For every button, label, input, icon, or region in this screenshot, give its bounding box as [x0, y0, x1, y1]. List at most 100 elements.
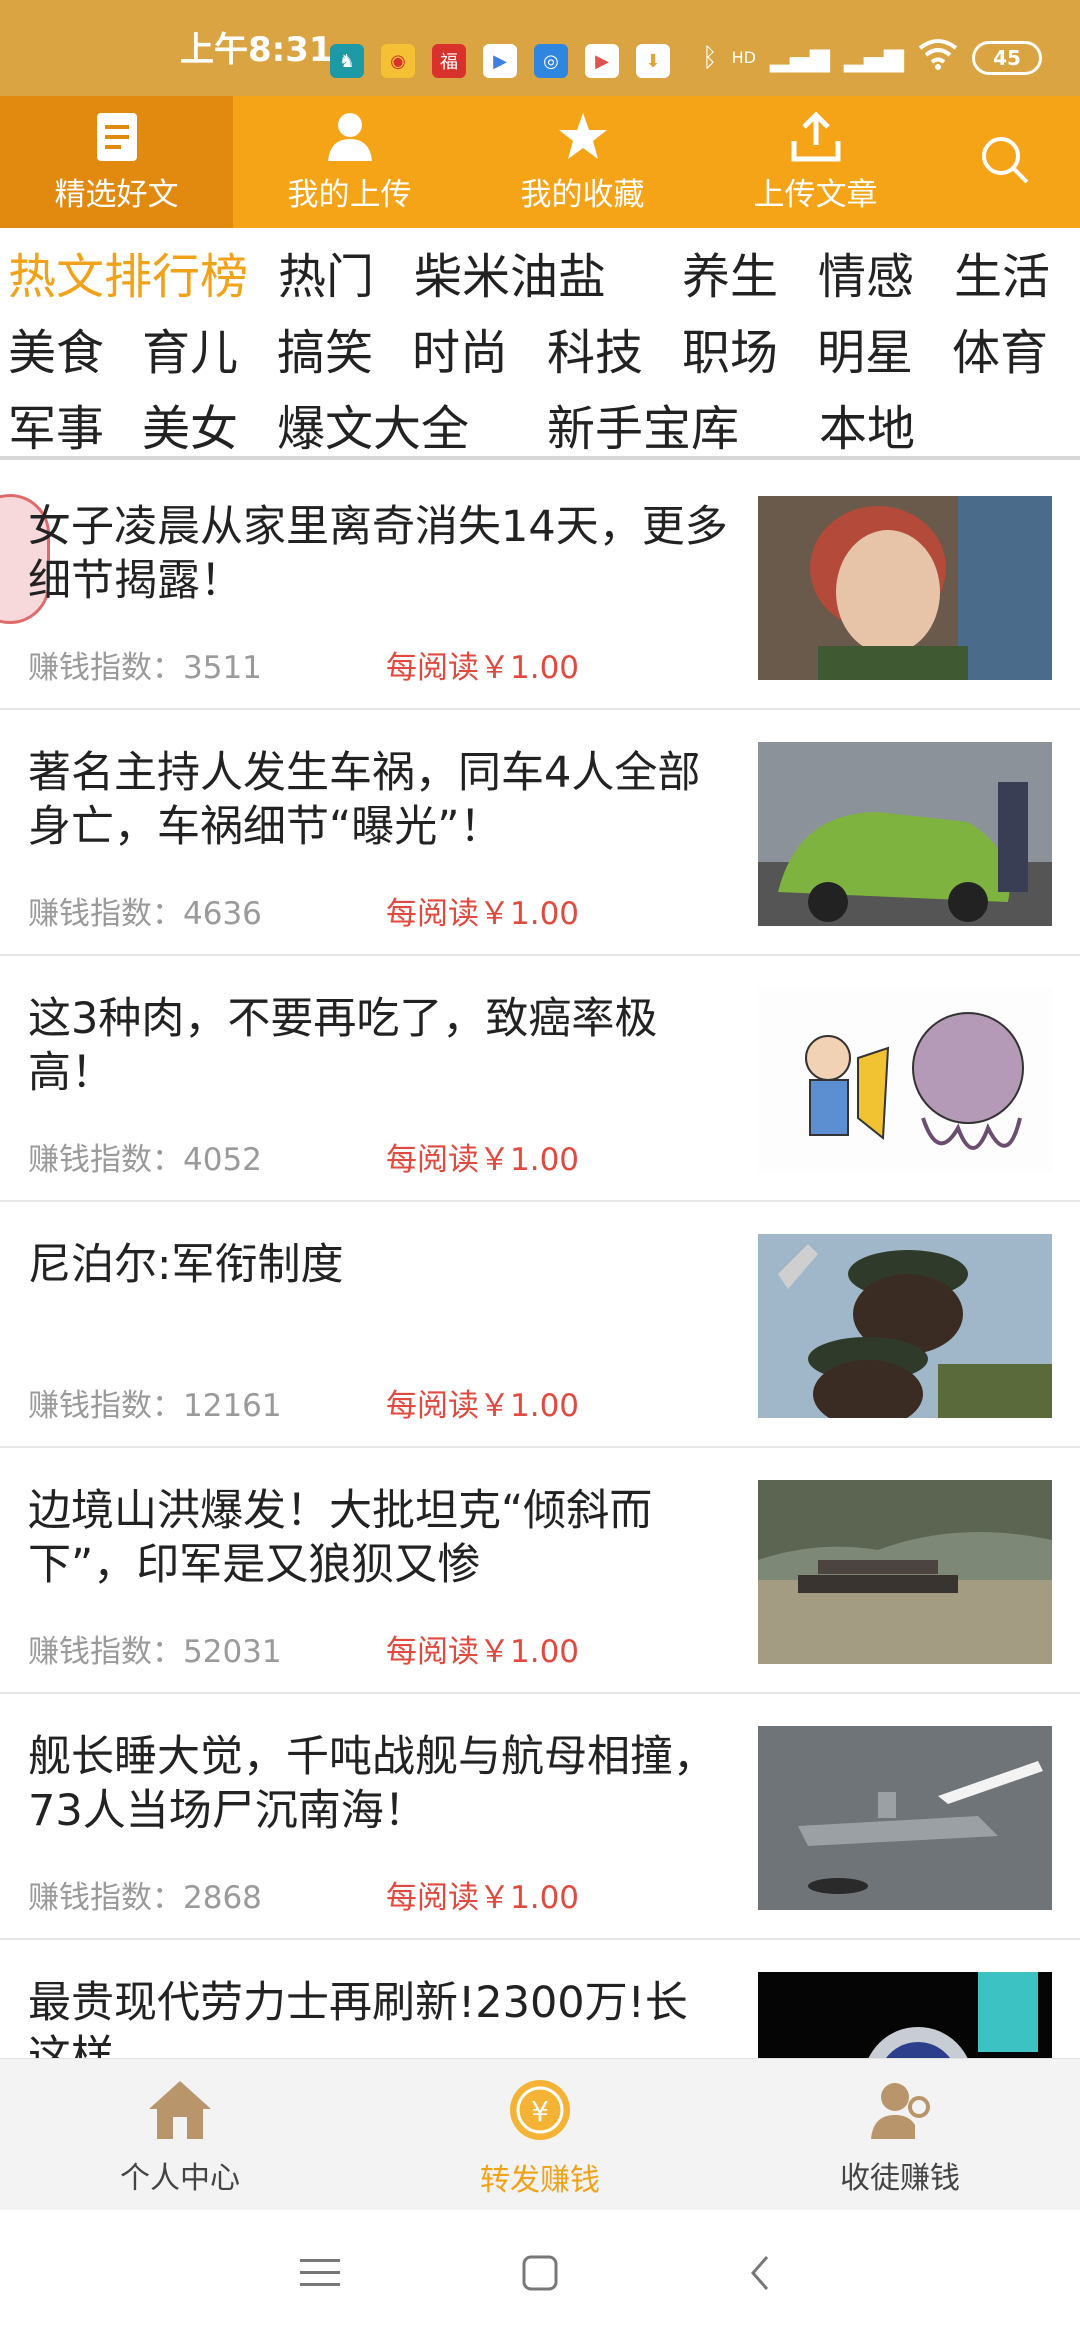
system-navigation-bar	[0, 2210, 1080, 2340]
article-item[interactable]: 最贵现代劳力士再刷新!2300万!长这样	[0, 1940, 1080, 2058]
menu-icon	[300, 2257, 340, 2293]
network-label: HD	[731, 48, 756, 67]
tab-label: 我的上传	[287, 176, 412, 213]
category-local[interactable]: 本地	[819, 389, 955, 459]
home-icon	[145, 2077, 215, 2145]
svg-text:¥: ¥	[531, 2095, 549, 2128]
category-beginner-guide[interactable]: 新手宝库	[547, 389, 819, 459]
article-list: 女子凌晨从家里离奇消失14天，更多细节揭露！ 赚钱指数：3511 每阅读￥1.0…	[0, 464, 1080, 2058]
tab-my-uploads[interactable]: 我的上传	[233, 96, 466, 228]
article-thumbnail	[758, 1480, 1052, 1664]
earning-index-value: 12161	[183, 1388, 282, 1424]
category-food[interactable]: 美食	[8, 313, 142, 383]
category-celebrity[interactable]: 明星	[817, 313, 952, 383]
article-title: 舰长睡大觉，千吨战舰与航母相撞，73人当场尸沉南海！	[28, 1732, 716, 1836]
weibo-icon: ◉	[381, 44, 415, 78]
top-nav: 精选好文 我的上传 我的收藏 上传文章	[0, 96, 1080, 228]
earning-index-label: 赚钱指数：	[28, 650, 183, 686]
earning-index-label: 赚钱指数：	[28, 1634, 183, 1670]
article-item[interactable]: 边境山洪爆发！大批坦克“倾斜而下”，印军是又狼狈又惨 赚钱指数：52031 每阅…	[0, 1448, 1080, 1694]
bottom-tab-bar: 个人中心 ¥ 转发赚钱 收徒赚钱	[0, 2058, 1080, 2210]
upload-icon	[790, 110, 842, 163]
earning-index-value: 2868	[183, 1880, 262, 1916]
fu-app-icon: 福	[432, 44, 466, 78]
article-thumbnail	[758, 742, 1052, 926]
earning-index-value: 4636	[183, 896, 262, 932]
menu-button[interactable]	[290, 2245, 350, 2305]
tab-label: 上传文章	[753, 176, 878, 213]
category-parenting[interactable]: 育儿	[142, 313, 277, 383]
category-tech[interactable]: 科技	[547, 313, 682, 383]
square-icon	[520, 2253, 560, 2297]
category-row: 军事 美女 爆文大全 新手宝库 本地	[8, 386, 1080, 462]
apprentice-icon	[865, 2077, 935, 2145]
article-item[interactable]: 女子凌晨从家里离奇消失14天，更多细节揭露！ 赚钱指数：3511 每阅读￥1.0…	[0, 464, 1080, 710]
home-button[interactable]	[510, 2245, 570, 2305]
read-price: 每阅读￥1.00	[386, 1634, 580, 1670]
back-button[interactable]	[730, 2245, 790, 2305]
article-title: 最贵现代劳力士再刷新!2300万!长这样	[28, 1978, 688, 2058]
category-funny[interactable]: 搞笑	[277, 313, 412, 383]
search-button[interactable]	[930, 96, 1080, 228]
user-icon	[324, 111, 376, 163]
category-daily-life[interactable]: 柴米油盐	[414, 237, 682, 307]
category-health[interactable]: 养生	[682, 237, 818, 307]
earning-index: 赚钱指数：4636	[28, 888, 262, 933]
earning-index-label: 赚钱指数：	[28, 896, 183, 932]
category-emotion[interactable]: 情感	[818, 237, 954, 307]
document-icon	[91, 111, 143, 163]
category-hot-ranking[interactable]: 热文排行榜	[8, 237, 278, 307]
cell-signal-2-icon: ▂▄▆	[844, 42, 904, 73]
tab-featured-articles[interactable]: 精选好文	[0, 96, 233, 228]
category-career[interactable]: 职场	[682, 313, 817, 383]
play-app-icon: ▶	[585, 44, 619, 78]
category-sports[interactable]: 体育	[952, 313, 1062, 383]
category-viral-collection[interactable]: 爆文大全	[277, 389, 547, 459]
tab-share-earn[interactable]: ¥ 转发赚钱	[360, 2059, 720, 2210]
category-beauty[interactable]: 美女	[142, 389, 277, 459]
tab-label: 转发赚钱	[480, 2163, 600, 2198]
tab-personal-center[interactable]: 个人中心	[0, 2059, 360, 2210]
earning-index: 赚钱指数：4052	[28, 1134, 262, 1179]
category-row: 热文排行榜 热门 柴米油盐 养生 情感 生活	[8, 234, 1080, 310]
category-popular[interactable]: 热门	[278, 237, 414, 307]
earning-index-label: 赚钱指数：	[28, 1880, 183, 1916]
category-row: 美食 育儿 搞笑 时尚 科技 职场 明星 体育	[8, 310, 1080, 386]
tab-label: 个人中心	[120, 2161, 240, 2196]
article-title: 尼泊尔:军衔制度	[28, 1240, 344, 1290]
wifi-icon	[918, 38, 958, 77]
category-grid: 热文排行榜 热门 柴米油盐 养生 情感 生活 美食 育儿 搞笑 时尚 科技 职场…	[0, 228, 1080, 460]
tab-recruit-earn[interactable]: 收徒赚钱	[720, 2059, 1080, 2210]
earning-index-label: 赚钱指数：	[28, 1142, 183, 1178]
tab-label: 精选好文	[54, 176, 179, 213]
category-military[interactable]: 军事	[8, 389, 142, 459]
article-thumbnail	[758, 1234, 1052, 1418]
read-price: 每阅读￥1.00	[386, 1388, 580, 1424]
article-thumbnail	[758, 1972, 1052, 2058]
category-life[interactable]: 生活	[954, 237, 1064, 307]
article-item[interactable]: 这3种肉，不要再吃了，致癌率极高！ 赚钱指数：4052 每阅读￥1.00	[0, 956, 1080, 1202]
article-item[interactable]: 著名主持人发生车祸，同车4人全部身亡，车祸细节“曝光”！ 赚钱指数：4636 每…	[0, 710, 1080, 956]
status-bar: 上午8:31 ♞ ◉ 福 ▶ ◎ ▶ ⬇ ᛒ HD ▂▄▆ ▂▄▆ 45	[0, 0, 1080, 96]
download-icon: ⬇	[636, 44, 670, 78]
yen-coin-icon: ¥	[504, 2077, 576, 2147]
article-title: 著名主持人发生车祸，同车4人全部身亡，车祸细节“曝光”！	[28, 748, 701, 852]
status-time: 上午8:31	[180, 30, 333, 70]
earning-index-value: 4052	[183, 1142, 262, 1178]
video-app-icon: ▶	[483, 44, 517, 78]
article-item[interactable]: 尼泊尔:军衔制度 赚钱指数：12161 每阅读￥1.00	[0, 1202, 1080, 1448]
article-title: 边境山洪爆发！大批坦克“倾斜而下”，印军是又狼狈又惨	[28, 1486, 653, 1590]
article-thumbnail	[758, 988, 1052, 1172]
tab-my-favorites[interactable]: 我的收藏	[466, 96, 699, 228]
earning-index: 赚钱指数：12161	[28, 1380, 282, 1425]
battery-indicator: 45	[972, 40, 1042, 75]
tab-label: 收徒赚钱	[840, 2161, 960, 2196]
browser-app-icon: ◎	[534, 44, 568, 78]
camel-app-icon: ♞	[330, 44, 364, 78]
tab-upload-article[interactable]: 上传文章	[699, 96, 932, 228]
star-icon	[557, 111, 609, 163]
earning-index-label: 赚钱指数：	[28, 1388, 183, 1424]
article-item[interactable]: 舰长睡大觉，千吨战舰与航母相撞，73人当场尸沉南海！ 赚钱指数：2868 每阅读…	[0, 1694, 1080, 1940]
category-fashion[interactable]: 时尚	[412, 313, 547, 383]
notification-icons: ♞ ◉ 福 ▶ ◎ ▶ ⬇	[330, 44, 670, 78]
